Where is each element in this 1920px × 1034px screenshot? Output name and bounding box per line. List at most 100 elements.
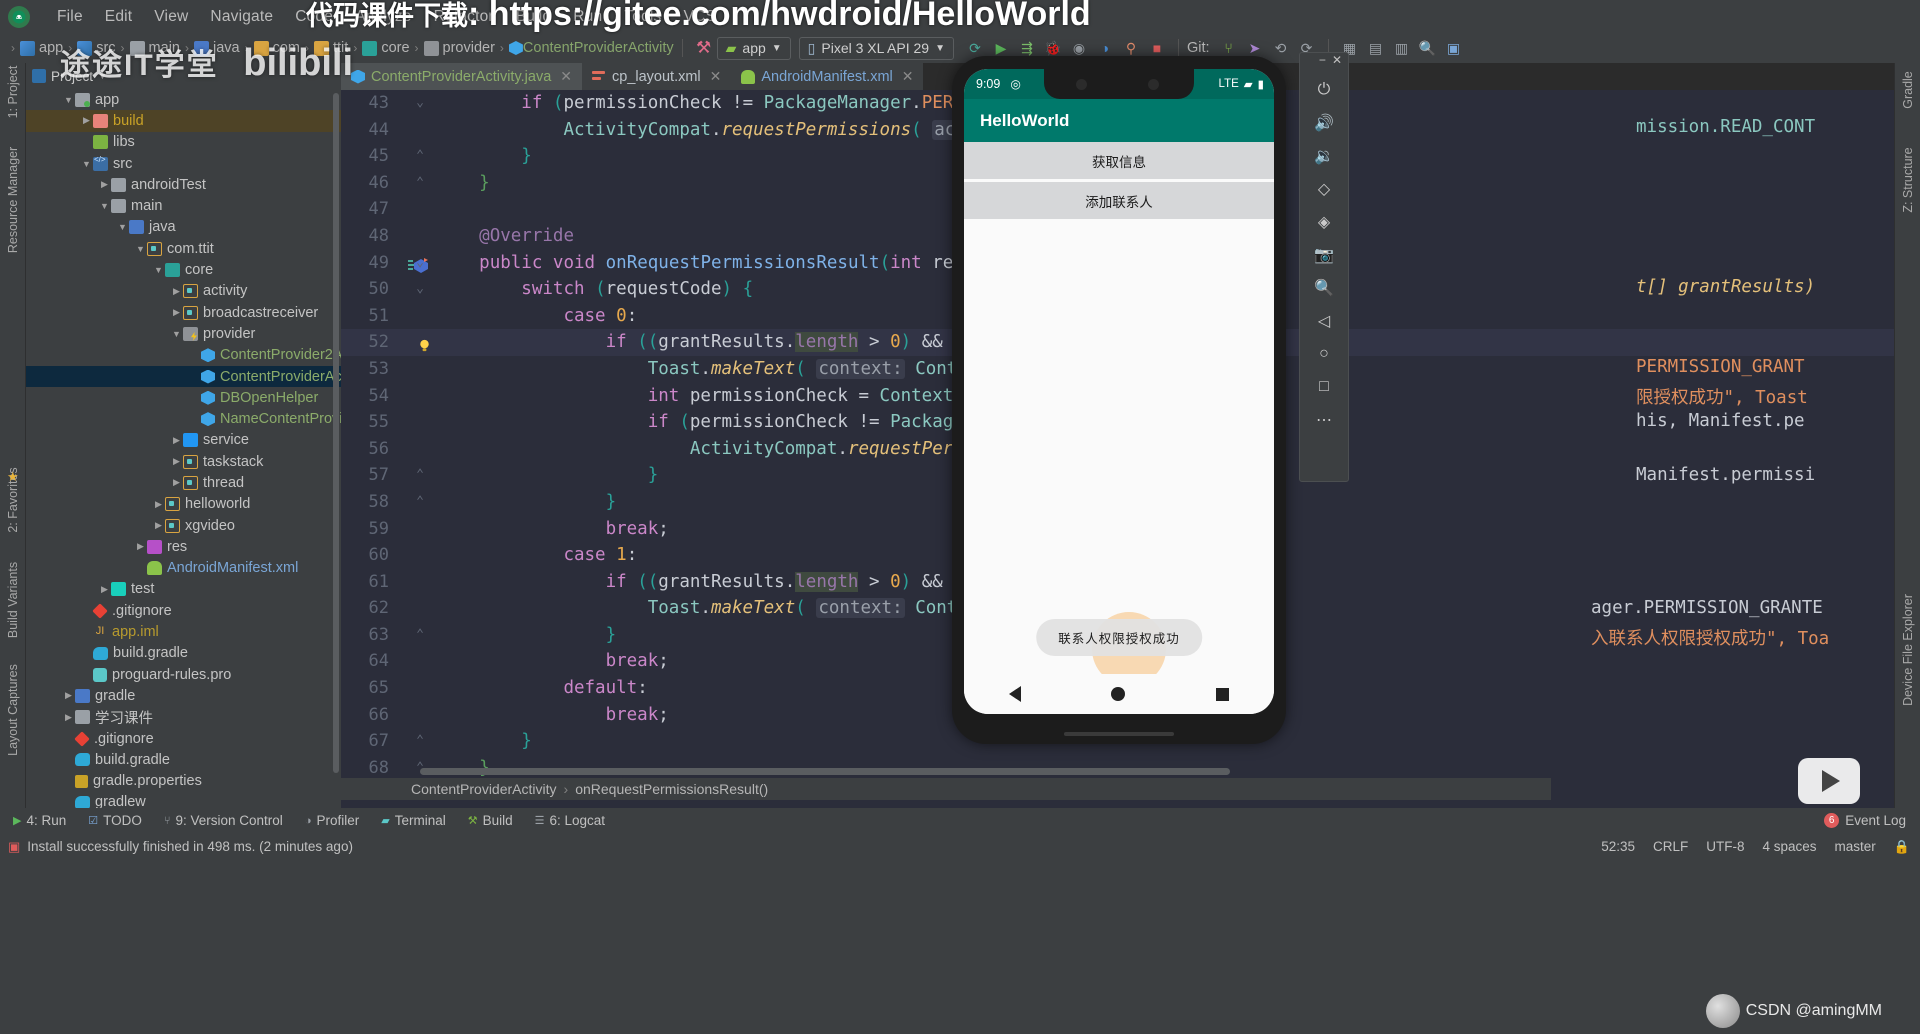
tree-item-java[interactable]: ▼ java	[26, 217, 341, 238]
tree-item--gitignore[interactable]: .gitignore	[26, 728, 341, 749]
sdk-manager-icon[interactable]: ▤	[1363, 36, 1389, 60]
volume-up-icon[interactable]: 🔊	[1307, 107, 1341, 139]
tree-item-gradlew[interactable]: gradlew	[26, 792, 341, 808]
project-tree-scrollbar[interactable]	[333, 93, 339, 773]
editor-breadcrumb-class[interactable]: ContentProviderActivity	[411, 781, 557, 797]
tree-item--gitignore[interactable]: .gitignore	[26, 600, 341, 621]
bottom-item-run[interactable]: ▶ 4: Run	[4, 811, 75, 830]
tree-item-build-gradle[interactable]: build.gradle	[26, 749, 341, 770]
chevron-down-icon[interactable]: ▼	[116, 222, 129, 232]
tree-item-androidtest[interactable]: ▶ androidTest	[26, 174, 341, 195]
project-tree[interactable]: ▼app▶buildlibs▼src▶androidTest▼main▼java…	[26, 89, 341, 808]
tree-item-service[interactable]: ▶ service	[26, 430, 341, 451]
git-branch[interactable]: master	[1835, 839, 1876, 854]
tree-item-gradle[interactable]: ▶ gradle	[26, 685, 341, 706]
chevron-down-icon[interactable]: ▼	[62, 95, 75, 105]
breadcrumb-app[interactable]: app	[39, 40, 63, 56]
tree-item-provider[interactable]: ▼ provider	[26, 323, 341, 344]
close-icon[interactable]: ✕	[1332, 53, 1342, 73]
zoom-icon[interactable]: 🔍	[1307, 272, 1341, 304]
bottom-item-version-control[interactable]: ⑂ 9: Version Control	[155, 811, 292, 830]
tree-item-build[interactable]: ▶ build	[26, 110, 341, 132]
chevron-down-icon[interactable]: ▼	[80, 159, 93, 169]
tree-item-proguard-rules-pro[interactable]: proguard-rules.pro	[26, 664, 341, 685]
screenshot-icon[interactable]: 📷	[1307, 239, 1341, 271]
tree-item-helloworld[interactable]: ▶ helloworld	[26, 494, 341, 515]
menu-item-refactor[interactable]: Refactor	[423, 5, 505, 29]
menu-item-file[interactable]: File	[46, 5, 94, 29]
tree-item-libs[interactable]: libs	[26, 132, 341, 153]
menu-item-analyze[interactable]: Analyze	[344, 5, 423, 29]
bottom-item-logcat[interactable]: ☰ 6: Logcat	[526, 811, 614, 830]
volume-down-icon[interactable]: 🔉	[1307, 140, 1341, 172]
chevron-right-icon[interactable]: ▶	[170, 286, 183, 297]
caret-position[interactable]: 52:35	[1601, 839, 1635, 854]
menu-item-edit[interactable]: Edit	[94, 5, 144, 29]
menu-item-navigate[interactable]: Navigate	[199, 5, 284, 29]
chevron-right-icon[interactable]: ▶	[134, 541, 147, 552]
close-icon[interactable]: ✕	[560, 68, 572, 85]
more-icon[interactable]: ⋯	[1307, 404, 1341, 436]
tree-item-androidmanifest-xml[interactable]: AndroidManifest.xml	[26, 558, 341, 579]
breadcrumb-src[interactable]: src	[96, 40, 115, 56]
run-configuration-selector[interactable]: ▰ app ▼	[716, 36, 791, 60]
breadcrumb-main[interactable]: main	[149, 40, 180, 56]
project-panel-header[interactable]: Project ▼	[26, 63, 341, 89]
tree-item-contentprovider2act[interactable]: ContentProvider2Act	[26, 345, 341, 366]
chevron-right-icon[interactable]: ▶	[62, 690, 75, 701]
fold-marker[interactable]: ⌃	[413, 170, 427, 197]
emulator-device[interactable]: 9:09 ◎ LTE ▰ ▮ HelloWorld 获取信息 添加联系人 联系人…	[952, 56, 1292, 746]
menu-item-run[interactable]: Run	[562, 5, 613, 29]
tree-item-taskstack[interactable]: ▶ taskstack	[26, 451, 341, 472]
home-icon[interactable]: ○	[1307, 338, 1341, 370]
tree-item-xgvideo[interactable]: ▶ xgvideo	[26, 515, 341, 536]
tree-item-res[interactable]: ▶ res	[26, 536, 341, 557]
chevron-right-icon[interactable]: ▶	[170, 435, 183, 446]
close-icon[interactable]: ✕	[902, 68, 914, 85]
tree-item-dbopenhelper[interactable]: DBOpenHelper	[26, 387, 341, 408]
chevron-right-icon[interactable]: ▶	[62, 712, 75, 723]
tree-item--[interactable]: ▶ 学习课件	[26, 707, 341, 728]
chevron-right-icon[interactable]: ▶	[170, 477, 183, 488]
phone-screen[interactable]: 9:09 ◎ LTE ▰ ▮ HelloWorld 获取信息 添加联系人 联系人…	[964, 69, 1274, 714]
back-button[interactable]	[1009, 686, 1022, 702]
tree-item-broadcastreceiver[interactable]: ▶ broadcastreceiver	[26, 302, 341, 323]
home-button[interactable]	[1111, 687, 1126, 701]
project-structure-icon[interactable]: ▣	[1441, 36, 1467, 60]
tree-item-main[interactable]: ▼ main	[26, 195, 341, 216]
rotate-left-icon[interactable]: ◇	[1307, 173, 1341, 205]
power-icon[interactable]: ⏻	[1307, 74, 1341, 106]
back-icon[interactable]: ◁	[1307, 305, 1341, 337]
chevron-down-icon[interactable]: ▼	[134, 244, 147, 254]
minimize-icon[interactable]: −	[1319, 53, 1326, 73]
button-get-info[interactable]: 获取信息	[964, 142, 1274, 179]
chevron-right-icon[interactable]: ▶	[170, 456, 183, 467]
chevron-right-icon[interactable]: ▶	[152, 499, 165, 510]
menu-item-tools[interactable]: Tools	[613, 5, 672, 29]
tree-item-namecontentprovide[interactable]: NameContentProvide	[26, 408, 341, 429]
tree-item-com-ttit[interactable]: ▼ com.ttit	[26, 238, 341, 259]
breadcrumb-class[interactable]: ContentProviderActivity	[523, 40, 674, 56]
tab-androidmanifest-xml[interactable]: AndroidManifest.xml ✕	[731, 63, 924, 90]
fold-marker[interactable]: ⌃	[413, 462, 427, 489]
line-separator[interactable]: CRLF	[1653, 839, 1688, 854]
fold-marker[interactable]: ⌃	[413, 622, 427, 649]
tree-item-app-iml[interactable]: JI app.iml	[26, 621, 341, 642]
tab-cp-layout-xml[interactable]: cp_layout.xml ✕	[582, 63, 732, 90]
fold-marker[interactable]: ⌃	[413, 489, 427, 516]
tree-item-build-gradle[interactable]: build.gradle	[26, 643, 341, 664]
tree-item-core[interactable]: ▼ core	[26, 259, 341, 280]
tree-item-gradle-properties[interactable]: gradle.properties	[26, 771, 341, 792]
lock-icon[interactable]: 🔒	[1894, 839, 1910, 855]
fold-marker[interactable]: ⌄	[413, 276, 427, 303]
breadcrumb-java[interactable]: java	[213, 40, 240, 56]
tree-item-test[interactable]: ▶ test	[26, 579, 341, 600]
layout-inspector-icon[interactable]: ▥	[1389, 36, 1415, 60]
close-icon[interactable]: ✕	[710, 68, 722, 85]
file-encoding[interactable]: UTF-8	[1706, 839, 1744, 854]
tree-item-src[interactable]: ▼ src	[26, 153, 341, 174]
chevron-right-icon[interactable]: ▶	[170, 307, 183, 318]
tab-contentprovideractivity-java[interactable]: ContentProviderActivity.java ✕	[341, 63, 582, 90]
editor-horizontal-scrollbar[interactable]	[420, 768, 1230, 775]
fold-marker[interactable]: ⌄	[413, 90, 427, 117]
